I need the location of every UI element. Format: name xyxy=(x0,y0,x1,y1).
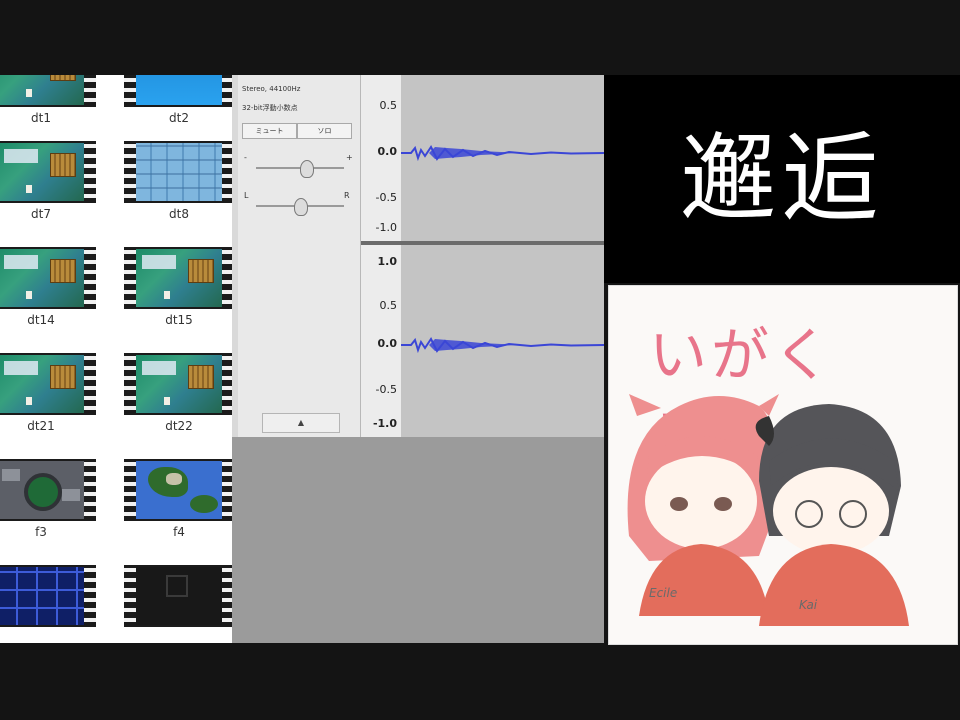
gain-minus-label: - xyxy=(244,153,247,162)
thumbnail-item[interactable]: dt14 xyxy=(0,247,96,351)
thumbnail-label: f4 xyxy=(173,525,185,539)
film-frame xyxy=(124,459,232,521)
film-frame xyxy=(124,247,232,309)
empty-track-area[interactable] xyxy=(232,437,604,643)
artist-illustration: いがくし。 Ecile Kai xyxy=(608,285,958,645)
gain-slider[interactable] xyxy=(256,160,344,178)
town-map-thumbnail xyxy=(0,355,84,413)
thumbnail-explorer: dt1 dt2 dt7 dt8 dt14 dt15 dt21 dt22 f3 f… xyxy=(0,75,232,643)
town-map-thumbnail xyxy=(136,355,222,413)
waveform-display: 0.5 0.0 -0.5 -1.0 1.0 0.5 0.0 -0.5 -1.0 xyxy=(361,75,604,437)
ruler-tick: 0.5 xyxy=(379,99,398,112)
pan-slider-knob[interactable] xyxy=(294,198,308,216)
thumbnail-label: dt21 xyxy=(27,419,55,433)
thumbnail-label: f3 xyxy=(35,525,47,539)
ruler-tick: 0.0 xyxy=(377,337,398,350)
song-title: 邂逅 xyxy=(604,75,960,283)
mute-button[interactable]: ミュート xyxy=(242,123,297,139)
film-frame xyxy=(0,75,96,107)
pan-slider[interactable] xyxy=(256,198,344,216)
track-buttons: ミュート ソロ xyxy=(242,123,352,139)
pan-right-label: R xyxy=(344,191,350,200)
ruler-tick: -0.5 xyxy=(375,191,397,204)
ice-map-thumbnail xyxy=(136,143,222,201)
pan-left-label: L xyxy=(244,191,249,200)
thumbnail-item[interactable]: f4 xyxy=(124,459,232,563)
thumbnail-label: dt14 xyxy=(27,313,55,327)
film-frame xyxy=(0,141,96,203)
gain-plus-label: + xyxy=(346,153,353,162)
thumbnail-label: dt2 xyxy=(169,111,189,125)
film-frame xyxy=(0,353,96,415)
track-bitdepth-text: 32-bit浮動小数点 xyxy=(242,104,298,112)
town-map-thumbnail xyxy=(0,143,84,201)
thumbnail-item[interactable]: f3 xyxy=(0,459,96,563)
thumbnail-item[interactable]: dt21 xyxy=(0,353,96,457)
film-frame xyxy=(0,565,96,627)
film-frame xyxy=(124,75,232,107)
gain-slider-knob[interactable] xyxy=(300,160,314,178)
thumbnail-item[interactable] xyxy=(124,565,232,643)
film-frame xyxy=(0,459,96,521)
track-control-panel: Stereo, 44100Hz 32-bit浮動小数点 ミュート ソロ - + … xyxy=(238,75,361,437)
thumbnail-label: dt8 xyxy=(169,207,189,221)
signature-right: Kai xyxy=(799,598,818,612)
collapse-track-button[interactable]: ▲ xyxy=(262,413,340,433)
waveform-upper xyxy=(401,145,604,162)
thumbnail-item[interactable]: dt8 xyxy=(124,141,232,245)
waveform-lower xyxy=(401,337,604,354)
grid-map-thumbnail xyxy=(0,567,84,625)
film-frame xyxy=(124,141,232,203)
ruler-tick: -1.0 xyxy=(372,417,397,430)
collapse-icon: ▲ xyxy=(297,418,305,427)
thumbnail-item[interactable]: dt1 xyxy=(0,75,96,149)
signature-left: Ecile xyxy=(649,586,678,600)
solo-button[interactable]: ソロ xyxy=(297,123,352,139)
dark-map-thumbnail xyxy=(136,567,222,625)
amplitude-ruler-lower: 1.0 0.5 0.0 -0.5 -1.0 xyxy=(361,245,402,437)
sky-thumbnail xyxy=(136,75,222,105)
film-frame xyxy=(124,353,232,415)
track-format-text: Stereo, 44100Hz xyxy=(242,85,301,93)
film-frame xyxy=(0,247,96,309)
thumbnail-item[interactable]: dt7 xyxy=(0,141,96,245)
ruler-tick: 0.0 xyxy=(377,145,398,158)
town-map-thumbnail xyxy=(0,75,84,105)
thumbnail-label: dt7 xyxy=(31,207,51,221)
town-map-thumbnail xyxy=(136,249,222,307)
amplitude-ruler-upper: 0.5 0.0 -0.5 -1.0 xyxy=(361,75,402,241)
thumbnail-label: dt1 xyxy=(31,111,51,125)
ruler-tick: -0.5 xyxy=(375,383,397,396)
island-map-thumbnail xyxy=(136,461,222,519)
thumbnail-label: dt22 xyxy=(165,419,193,433)
thumbnail-label: dt15 xyxy=(165,313,193,327)
film-frame xyxy=(124,565,232,627)
thumbnail-item[interactable]: dt22 xyxy=(124,353,232,457)
ruler-tick: -1.0 xyxy=(375,221,397,234)
dungeon-map-thumbnail xyxy=(0,461,84,519)
ruler-tick: 1.0 xyxy=(377,255,398,268)
ruler-tick: 0.5 xyxy=(379,299,398,312)
town-map-thumbnail xyxy=(0,249,84,307)
thumbnail-item[interactable] xyxy=(0,565,96,643)
thumbnail-item[interactable]: dt2 xyxy=(124,75,232,149)
thumbnail-item[interactable]: dt15 xyxy=(124,247,232,351)
